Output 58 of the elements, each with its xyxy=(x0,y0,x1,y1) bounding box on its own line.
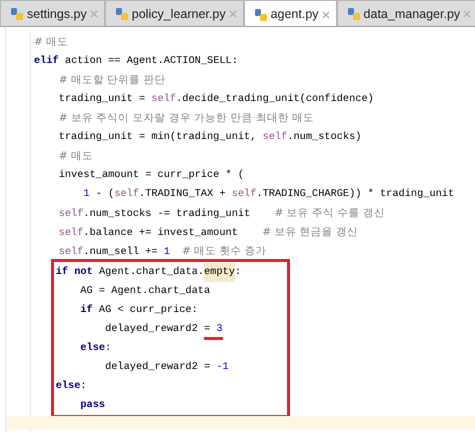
code-token: 1 xyxy=(83,187,90,202)
code-token: 3 xyxy=(216,321,222,340)
code-comment: # 매도 횟수 증가 xyxy=(182,244,267,259)
code-token: self xyxy=(232,187,256,202)
code-token: .decide_trading_unit(confidence) xyxy=(176,92,374,107)
code-token: 1 xyxy=(164,245,170,260)
code-token: if not xyxy=(56,265,93,280)
python-file-icon xyxy=(10,7,24,21)
code-token: .balance += invest_amount xyxy=(83,226,239,241)
close-icon[interactable] xyxy=(322,10,330,18)
python-file-icon xyxy=(346,7,361,21)
code-token: Agent.chart_data. xyxy=(98,265,204,280)
code-token: .num_stocks) xyxy=(287,130,362,145)
code-token: self xyxy=(58,226,84,241)
code-token: = xyxy=(204,321,216,340)
code-comment: # 매도 xyxy=(58,149,93,164)
code-token: .TRADING_CHARGE)) * trading_unit xyxy=(256,187,454,202)
code-token: else xyxy=(80,341,106,356)
code-token: self xyxy=(262,130,288,145)
close-icon[interactable] xyxy=(463,10,472,18)
code-token: : xyxy=(234,265,242,280)
code-token: empty xyxy=(204,263,235,282)
code-token: self xyxy=(58,245,84,260)
file-tab[interactable]: settings.py xyxy=(0,0,105,26)
code-token: self xyxy=(58,207,84,222)
code-token: self xyxy=(114,187,140,202)
code-token: pass xyxy=(80,398,106,413)
code-comment: # 보유 현금을 갱신 xyxy=(262,225,358,240)
code-token: if xyxy=(80,303,93,318)
close-icon[interactable] xyxy=(228,10,237,18)
code-comment: # 보유 주식 수를 갱신 xyxy=(274,206,385,221)
python-file-icon xyxy=(114,7,129,21)
code-token: elif xyxy=(34,54,59,69)
code-token: .num_sell += xyxy=(83,245,159,260)
code-token: .num_stocks -= trading_unit xyxy=(83,207,252,222)
code-token: AG < curr_price: xyxy=(98,303,198,318)
code-token: invest_amount = curr_price * ( xyxy=(58,168,244,183)
code-comment: # 보유 주식이 모자랄 경우 가능한 만큼 최대한 매도 xyxy=(58,111,314,126)
code-token: else xyxy=(56,379,80,394)
code-token: - ( xyxy=(94,187,114,202)
file-tab[interactable]: agent.py xyxy=(244,0,337,26)
code-token: action == Agent.ACTION_SELL: xyxy=(64,54,238,69)
code-token: -1 xyxy=(216,360,229,375)
code-token: trading_unit = min(trading_unit, xyxy=(58,130,258,145)
code-token: delayed_reward2 = xyxy=(105,360,212,375)
code-token: self xyxy=(151,92,176,107)
code-token: AG = Agent.chart_data xyxy=(80,284,210,299)
code-token: trading_unit = xyxy=(58,92,146,107)
code-token: : xyxy=(105,341,112,356)
code-token: : xyxy=(80,379,87,394)
code-token: delayed_reward2 xyxy=(105,322,199,337)
file-tab[interactable]: data_manager.py xyxy=(336,0,475,26)
code-comment: # 매도 xyxy=(34,35,68,50)
close-icon[interactable] xyxy=(90,10,98,18)
code-token: .TRADING_TAX + xyxy=(139,187,227,202)
python-file-icon xyxy=(254,8,268,22)
file-tab[interactable]: policy_learner.py xyxy=(104,0,244,26)
code-comment: # 매도할 단위를 판단 xyxy=(58,73,166,88)
